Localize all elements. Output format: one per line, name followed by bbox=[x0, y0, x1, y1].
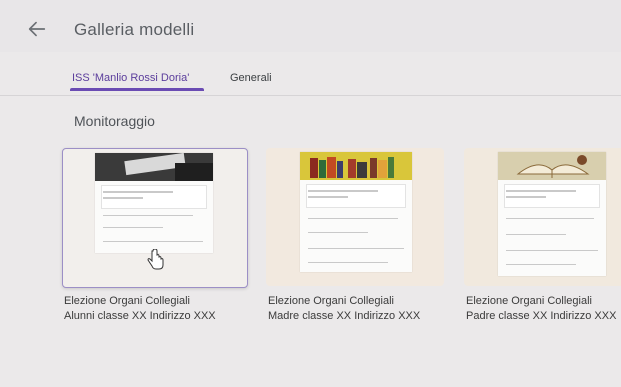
thumbnail-line bbox=[506, 234, 566, 235]
thumbnail-line bbox=[506, 264, 576, 265]
thumbnail-line bbox=[308, 196, 348, 198]
template-thumbnail bbox=[300, 152, 412, 272]
gallery-tabs: ISS 'Manlio Rossi Doria' Generali bbox=[0, 60, 621, 96]
template-label-line1: Elezione Organi Collegiali bbox=[268, 295, 394, 307]
thumbnail-line bbox=[308, 190, 378, 192]
arrow-left-icon[interactable] bbox=[26, 18, 48, 40]
header-image bbox=[95, 153, 213, 181]
template-label-padre[interactable]: Elezione Organi Collegiali Padre classe … bbox=[466, 294, 616, 324]
template-label-line1: Elezione Organi Collegiali bbox=[64, 295, 190, 307]
thumbnail-line bbox=[103, 215, 193, 216]
thumbnail-line bbox=[103, 197, 143, 199]
template-label-line2: Padre classe XX Indirizzo XXX bbox=[466, 310, 617, 322]
thumbnail-line bbox=[506, 218, 594, 219]
thumbnail-line bbox=[506, 196, 546, 198]
selected-tab-indicator bbox=[70, 88, 204, 91]
open-book-header-image bbox=[498, 152, 606, 180]
template-thumbnail bbox=[95, 153, 213, 253]
hand-pointer-icon bbox=[147, 249, 164, 270]
thumbnail-line bbox=[103, 241, 203, 242]
thumbnail-line bbox=[103, 191, 173, 193]
tab-school[interactable]: ISS 'Manlio Rossi Doria' bbox=[72, 72, 189, 84]
template-label-madre[interactable]: Elezione Organi Collegiali Madre classe … bbox=[268, 294, 420, 324]
template-label-line2: Alunni classe XX Indirizzo XXX bbox=[64, 310, 216, 322]
thumbnail-line bbox=[308, 218, 398, 219]
thumbnail-line bbox=[308, 248, 404, 249]
template-card-madre[interactable] bbox=[266, 148, 444, 286]
books-header-image bbox=[300, 152, 412, 180]
top-app-bar: Galleria modelli bbox=[0, 0, 621, 52]
thumbnail-line bbox=[506, 250, 598, 251]
template-label-line1: Elezione Organi Collegiali bbox=[466, 295, 592, 307]
template-label-line2: Madre classe XX Indirizzo XXX bbox=[268, 310, 421, 322]
section-title: Monitoraggio bbox=[74, 113, 155, 129]
thumbnail-line bbox=[103, 227, 163, 228]
thumbnail-line bbox=[308, 262, 388, 263]
template-thumbnail bbox=[498, 152, 606, 276]
template-label-alunni[interactable]: Elezione Organi Collegiali Alunni classe… bbox=[64, 294, 216, 324]
tab-general[interactable]: Generali bbox=[230, 72, 272, 84]
page-title: Galleria modelli bbox=[74, 20, 195, 39]
divider bbox=[0, 95, 621, 96]
thumbnail-line bbox=[308, 232, 368, 233]
template-card-padre[interactable] bbox=[464, 148, 621, 286]
thumbnail-line bbox=[506, 190, 576, 192]
